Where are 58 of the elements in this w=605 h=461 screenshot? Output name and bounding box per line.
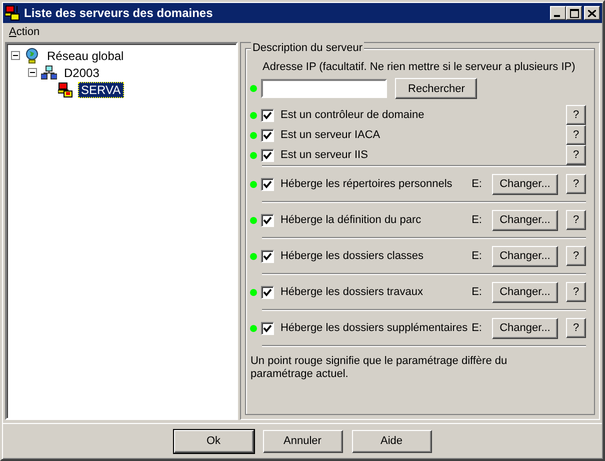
checkbox-label: Héberge les répertoires personnels — [280, 178, 454, 190]
network-icon — [41, 64, 57, 80]
tree-item[interactable]: SERVA — [78, 82, 124, 98]
dialog-button[interactable]: Ok — [174, 430, 254, 452]
checkbox-label: Héberge la définition du parc — [280, 214, 422, 226]
help-button[interactable]: ? — [566, 282, 586, 302]
checkbox[interactable] — [261, 214, 274, 226]
checkbox[interactable] — [261, 128, 274, 142]
checkbox[interactable] — [261, 250, 274, 262]
checkbox-label: Est un serveur IIS — [280, 149, 369, 161]
globe-icon — [24, 48, 40, 64]
collapse-icon[interactable] — [11, 51, 20, 60]
change-button[interactable]: Changer... — [492, 210, 558, 230]
help-button[interactable]: ? — [566, 105, 586, 125]
maximize-button[interactable] — [566, 6, 582, 20]
drive-letter: E: — [472, 178, 482, 190]
ip-address-field[interactable] — [261, 79, 388, 98]
minimize-button[interactable] — [550, 6, 566, 20]
close-button[interactable] — [584, 6, 600, 20]
change-button[interactable]: Changer... — [492, 282, 558, 302]
change-button[interactable]: Changer... — [492, 174, 558, 194]
help-button[interactable]: ? — [566, 174, 586, 194]
change-button[interactable]: Changer... — [492, 246, 558, 266]
note-text: Un point rouge signifie que le paramétrage diffère du paramétrage actuel. — [250, 354, 508, 381]
help-button[interactable]: ? — [566, 318, 586, 338]
search-button[interactable]: Rechercher — [395, 78, 478, 99]
help-button[interactable]: ? — [566, 210, 586, 230]
drive-letter: E: — [472, 214, 482, 226]
tree-item[interactable]: D2003 — [61, 64, 102, 80]
checkbox[interactable] — [261, 178, 274, 190]
checkbox-label: Héberge les dossiers travaux — [280, 286, 424, 298]
checkbox-label: Héberge les dossiers classes — [280, 250, 425, 262]
help-button[interactable]: ? — [566, 125, 586, 145]
window-title: Liste des serveurs des domaines — [24, 6, 214, 20]
checkbox[interactable] — [261, 148, 274, 162]
help-button[interactable]: ? — [566, 246, 586, 266]
computer-icon — [58, 82, 74, 98]
field-label: Adresse IP (facultatif. Ne rien mettre si le serveur a plusieurs IP) — [261, 61, 576, 73]
maximize-icon — [570, 8, 578, 18]
collapse-icon[interactable] — [28, 68, 37, 77]
drive-letter: E: — [472, 322, 482, 334]
drive-letter: E: — [472, 286, 482, 298]
checkbox[interactable] — [261, 108, 274, 122]
computer-icon — [5, 5, 21, 21]
dialog-button[interactable]: Annuler — [262, 430, 342, 452]
close-icon — [588, 10, 596, 16]
dialog-button[interactable]: Aide — [352, 430, 432, 452]
menu-item[interactable]: Action — [9, 26, 40, 38]
checkbox-label: Est un contrôleur de domaine — [280, 109, 426, 121]
checkbox[interactable] — [261, 322, 274, 334]
group-title: Description du serveur — [251, 42, 364, 54]
checkbox-label: Héberge les dossiers supplémentaires — [280, 322, 468, 334]
change-button[interactable]: Changer... — [492, 318, 558, 338]
checkbox[interactable] — [261, 286, 274, 298]
checkbox-label: Est un serveur IACA — [280, 129, 382, 141]
tree-item[interactable]: Réseau global — [44, 48, 127, 64]
drive-letter: E: — [472, 250, 482, 262]
help-button[interactable]: ? — [566, 145, 586, 165]
